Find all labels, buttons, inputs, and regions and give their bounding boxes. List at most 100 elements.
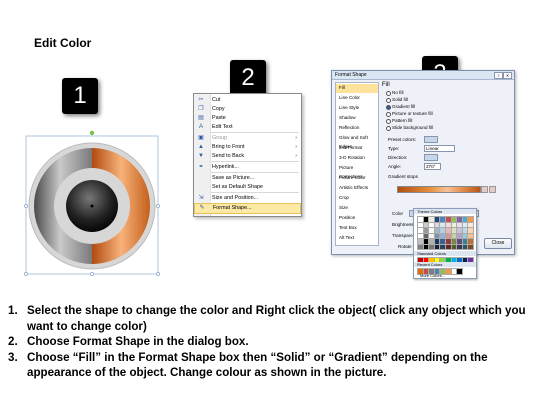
nav-item-shadow[interactable]: Shadow xyxy=(336,114,378,123)
submenu-arrow-icon: › xyxy=(295,135,297,141)
fill-option-radio[interactable] xyxy=(386,118,391,124)
nav-item-alt-text[interactable]: Alt Text xyxy=(336,234,378,243)
menu-item-label: Format Shape... xyxy=(213,205,252,211)
nav-item-line-color[interactable]: Line Color xyxy=(336,94,378,103)
nav-item-text-box[interactable]: Text Box xyxy=(336,224,378,233)
remove-stop-icon[interactable] xyxy=(489,186,496,193)
direction-label: Direction: xyxy=(388,155,408,160)
theme-color-swatch[interactable] xyxy=(467,243,474,250)
menu-item-send-to-back[interactable]: ▼ Send to Back › xyxy=(194,152,301,161)
gradient-stops-bar[interactable] xyxy=(397,186,481,193)
menu-item-label: Group xyxy=(212,135,227,141)
rotate-handle-icon[interactable] xyxy=(89,130,95,136)
color-label: Color xyxy=(392,211,403,216)
resize-handle-icon[interactable] xyxy=(156,204,160,208)
menu-separator xyxy=(211,192,299,193)
menu-item-label: Save as Picture... xyxy=(212,175,255,181)
submenu-arrow-icon: › xyxy=(295,153,297,159)
resize-handle-icon[interactable] xyxy=(90,272,94,276)
step-2-badge: 2 xyxy=(230,60,266,96)
menu-item-set-as-default-shape[interactable]: Set as Default Shape xyxy=(194,183,301,192)
resize-handle-icon[interactable] xyxy=(24,204,28,208)
menu-item-edit-text[interactable]: A Edit Text xyxy=(194,123,301,132)
dialog-title: Format Shape xyxy=(335,72,367,78)
direction-dropdown[interactable] xyxy=(424,154,438,161)
menu-item-bring-to-front[interactable]: ▲ Bring to Front › xyxy=(194,143,301,152)
help-icon[interactable]: ? xyxy=(494,72,503,79)
type-dropdown[interactable]: Linear xyxy=(424,145,455,152)
menu-item-save-as-picture[interactable]: Save as Picture... xyxy=(194,174,301,183)
fill-option-label[interactable]: Picture or texture fill xyxy=(392,111,433,116)
submenu-arrow-icon: › xyxy=(295,144,297,150)
menu-item-label: Edit Text xyxy=(212,124,233,130)
nav-item-glow-and-soft-edges[interactable]: Glow and Soft Edges xyxy=(336,134,378,149)
fill-option-label[interactable]: Slide background fill xyxy=(392,125,433,130)
instructions-list: 1. Select the shape to change the color a… xyxy=(8,303,553,381)
fill-option-radio[interactable] xyxy=(386,90,391,96)
theme-colors-header: Theme Colors xyxy=(414,209,476,214)
menu-item-group[interactable]: ▣ Group › xyxy=(194,134,301,143)
donut-shape[interactable] xyxy=(22,130,162,280)
nav-item-artistic-effects[interactable]: Artistic Effects xyxy=(336,184,378,193)
dialog-nav-list: Fill Line Color Line Style Shadow Reflection… xyxy=(335,82,379,246)
fill-option-radio[interactable] xyxy=(386,111,391,117)
menu-item-format-shape[interactable]: ✎ Format Shape... xyxy=(194,203,301,214)
save-picture-icon xyxy=(197,175,205,182)
gradient-stops-label: Gradient stops xyxy=(388,174,418,179)
nav-item-reflection[interactable]: Reflection xyxy=(336,124,378,133)
hyperlink-icon: ⚭ xyxy=(198,164,204,170)
nav-item-position[interactable]: Position xyxy=(336,214,378,223)
nav-item-picture-corrections[interactable]: Picture Corrections xyxy=(336,164,378,179)
instruction-item: 3. Choose “Fill” in the Format Shape box … xyxy=(8,350,488,380)
fill-option-label[interactable]: Pattern fill xyxy=(392,118,412,123)
fill-option-label[interactable]: Solid fill xyxy=(392,97,408,102)
scissors-icon: ✂ xyxy=(198,97,204,103)
add-stop-icon[interactable] xyxy=(481,186,488,193)
menu-separator xyxy=(211,132,299,133)
fill-option-radio[interactable] xyxy=(386,104,391,110)
resize-handle-icon[interactable] xyxy=(156,272,160,276)
context-menu: ✂ Cut ❐ Copy ▤ Paste A Edit Text ▣ Group › ▲ Bring t… xyxy=(193,93,302,217)
menu-separator xyxy=(211,161,299,162)
resize-handle-icon[interactable] xyxy=(24,272,28,276)
more-colors-link[interactable]: More Colors... xyxy=(420,273,445,278)
type-label: Type: xyxy=(388,146,400,151)
instruction-item: 1. Select the shape to change the color a… xyxy=(8,304,526,333)
fill-option-radio[interactable] xyxy=(386,125,391,131)
instruction-item: 2. Choose Format Shape in the dialog box. xyxy=(8,335,249,349)
nav-item-crop[interactable]: Crop xyxy=(336,194,378,203)
nav-item-size[interactable]: Size xyxy=(336,204,378,213)
nav-item-picture-color[interactable]: Picture Color xyxy=(336,174,378,183)
bring-front-icon: ▲ xyxy=(198,144,204,150)
size-position-icon: ⇲ xyxy=(198,195,204,201)
menu-item-paste[interactable]: ▤ Paste xyxy=(194,114,301,123)
nav-item-fill[interactable]: Fill xyxy=(336,84,378,93)
recent-color-swatch[interactable] xyxy=(456,268,463,275)
fill-option-label[interactable]: No fill xyxy=(392,90,404,95)
close-icon[interactable]: ✕ xyxy=(503,72,512,79)
preset-colors-label: Preset colors: xyxy=(388,137,417,142)
angle-input[interactable]: 270° xyxy=(424,163,441,170)
paste-icon: ▤ xyxy=(198,115,204,121)
menu-item-copy[interactable]: ❐ Copy xyxy=(194,105,301,114)
menu-item-label: Cut xyxy=(212,97,221,103)
menu-item-hyperlink[interactable]: ⚭ Hyperlink... xyxy=(194,163,301,172)
nav-item-3-d-format[interactable]: 3-D Format xyxy=(336,144,378,153)
menu-item-size-and-position[interactable]: ⇲ Size and Position... xyxy=(194,194,301,203)
default-shape-icon xyxy=(197,184,205,191)
brightness-label: Brightness: xyxy=(392,222,415,227)
fill-option-label[interactable]: Gradient fill xyxy=(392,104,415,109)
nav-item-line-style[interactable]: Line Style xyxy=(336,104,378,113)
preset-colors-dropdown[interactable] xyxy=(424,136,438,143)
menu-item-label: Send to Back xyxy=(212,153,245,159)
menu-item-label: Bring to Front xyxy=(212,144,245,150)
color-palette-popup: Theme Colors Standard Colors Recent Colo… xyxy=(413,208,477,279)
fill-option-radio[interactable] xyxy=(386,97,391,103)
close-button[interactable]: Close xyxy=(484,238,512,249)
standard-colors-header: Standard Colors xyxy=(414,251,476,256)
menu-item-cut[interactable]: ✂ Cut xyxy=(194,96,301,105)
recent-colors-header: Recent Colors xyxy=(414,262,476,267)
edit-text-icon: A xyxy=(198,124,203,130)
center-dot xyxy=(90,204,94,208)
nav-item-3-d-rotation[interactable]: 3-D Rotation xyxy=(336,154,378,163)
